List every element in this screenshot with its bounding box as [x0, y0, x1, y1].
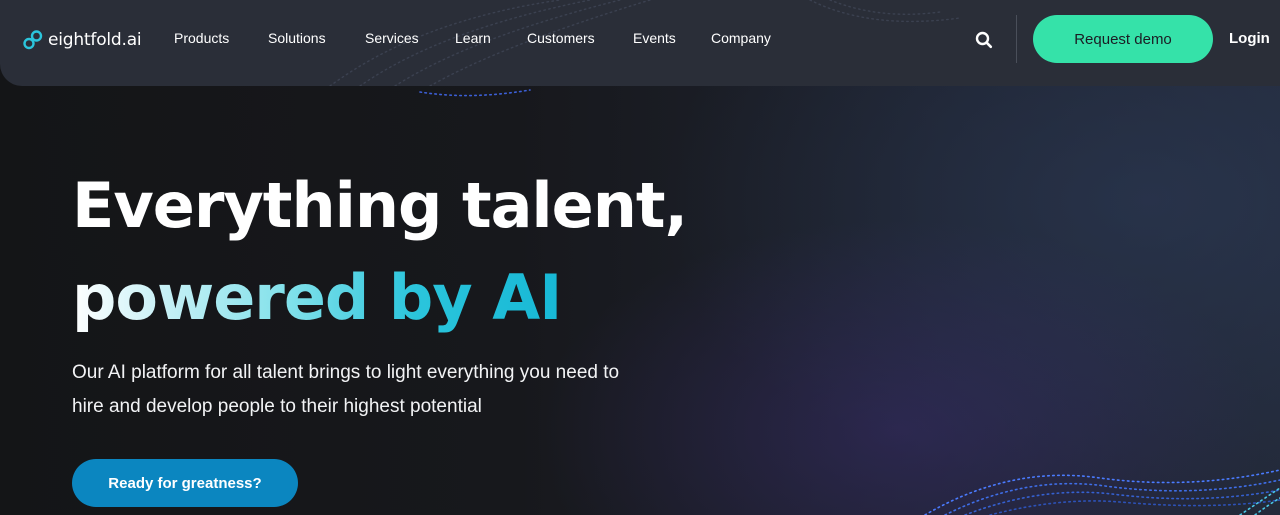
hero-subtext: Our AI platform for all talent brings to… [72, 362, 620, 417]
logo-text: eightfold.ai [48, 30, 142, 50]
login-link[interactable]: Login [1229, 30, 1270, 47]
nav-products[interactable]: Products [174, 30, 229, 46]
headline-line-2: powered by AI [72, 252, 562, 344]
headline-line-1: Everything talent, [72, 169, 688, 242]
request-demo-button[interactable]: Request demo [1033, 15, 1213, 63]
search-icon [975, 31, 993, 49]
nav-divider [1016, 15, 1017, 63]
top-navigation-bar: eightfold.ai Products Solutions Services… [0, 0, 1280, 86]
nav-events[interactable]: Events [633, 30, 676, 46]
hero-headline: Everything talent, powered by AI [72, 160, 772, 344]
nav-customers[interactable]: Customers [527, 30, 595, 46]
search-button[interactable] [974, 30, 994, 50]
nav-learn[interactable]: Learn [455, 30, 491, 46]
eightfold-logo[interactable]: eightfold.ai [22, 27, 142, 53]
nav-company[interactable]: Company [711, 30, 771, 46]
nav-services[interactable]: Services [365, 30, 419, 46]
infinity-logo-icon [23, 30, 43, 50]
ready-for-greatness-button[interactable]: Ready for greatness? [72, 459, 298, 507]
nav-solutions[interactable]: Solutions [268, 30, 326, 46]
